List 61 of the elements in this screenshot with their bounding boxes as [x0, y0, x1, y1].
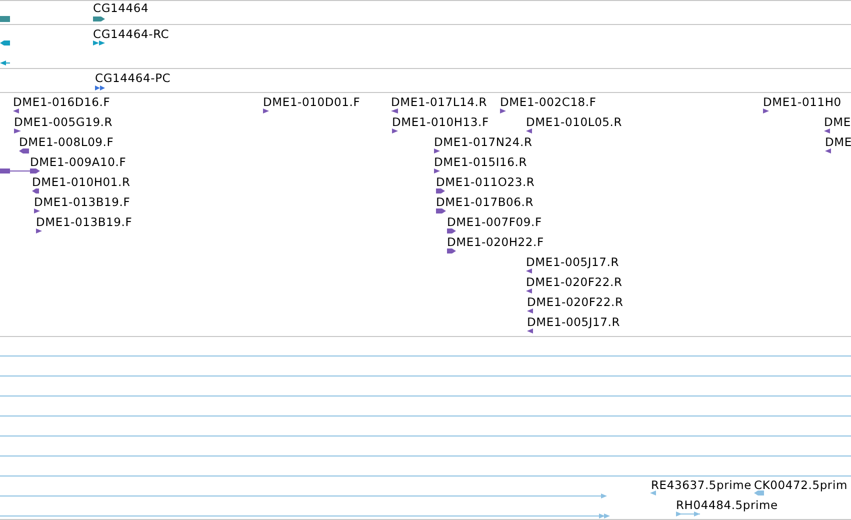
feature-label: DME1-008L09.F	[19, 135, 114, 149]
feature-label: DME1-015I16.R	[434, 155, 528, 169]
est-feature[interactable]	[36, 228, 42, 234]
feature-label: CG14464-PC	[95, 71, 171, 85]
est-feature[interactable]	[391, 108, 398, 114]
feature-label: DME1-017L14.R	[391, 95, 488, 109]
est-feature[interactable]	[500, 108, 506, 114]
est-feature[interactable]	[526, 128, 532, 134]
feature-label: DME1-020F22.R	[527, 295, 624, 309]
feature-label: DME1-011O23.R	[436, 175, 535, 189]
feature-label: CK00472.5prim	[754, 478, 848, 492]
est-feature[interactable]	[824, 128, 830, 134]
feature-label: DME1-010H01.R	[32, 175, 130, 189]
feature-label: DME1-020H22.F	[447, 235, 544, 249]
est-feature[interactable]	[436, 208, 446, 214]
protein-feature[interactable]	[95, 85, 105, 91]
gene-feature[interactable]	[93, 16, 105, 22]
feature-label: DME1-007F09.F	[447, 215, 542, 229]
feature-label: CG14464	[93, 1, 149, 15]
feature-label: DME1-010L05.R	[526, 115, 622, 129]
transcript-feature[interactable]	[93, 40, 105, 46]
est-feature[interactable]	[526, 268, 532, 274]
feature-label: DME1-017B06.R	[436, 195, 534, 209]
est-feature[interactable]	[763, 108, 769, 114]
est-feature[interactable]	[263, 108, 269, 114]
est-feature[interactable]	[13, 108, 19, 114]
est-feature[interactable]	[30, 168, 40, 174]
feature-label: RH04484.5prime	[676, 498, 778, 512]
feature-label: DME1-013B19.F	[36, 215, 132, 229]
feature-label: DME1-016D16.F	[13, 95, 110, 109]
feature-label: DME1-010H13.F	[392, 115, 489, 129]
est-feature[interactable]	[447, 228, 456, 234]
transcript-feature[interactable]	[0, 60, 10, 66]
est-feature[interactable]	[32, 188, 39, 194]
est-feature[interactable]	[392, 128, 398, 134]
feature-label: DME1-013B19.F	[34, 195, 130, 209]
feature-label: DME1-020F22.R	[526, 275, 622, 289]
est-feature[interactable]	[434, 148, 440, 154]
est-feature[interactable]	[447, 248, 456, 254]
feature-label: DME1-005J17.R	[526, 255, 620, 269]
feature-label: RE43637.5prime	[651, 478, 752, 492]
est-feature[interactable]	[14, 128, 21, 134]
est-feature[interactable]	[436, 188, 445, 194]
feature-label: DME	[824, 115, 851, 129]
feature-label: DME1-010D01.F	[263, 95, 360, 109]
transcript-feature[interactable]	[0, 40, 10, 46]
est-feature[interactable]	[34, 208, 40, 214]
feature-label: DME1-011H0	[763, 95, 842, 109]
feature-label: DME1-005G19.R	[14, 115, 113, 129]
feature-label: DME1-009A10.F	[30, 155, 126, 169]
feature-label: DME	[825, 135, 851, 149]
feature-label: CG14464-RC	[93, 27, 170, 41]
est-feature[interactable]	[527, 308, 533, 314]
est-feature[interactable]	[19, 148, 29, 154]
est-feature[interactable]	[526, 288, 532, 294]
feature-label: DME1-005J17.R	[527, 315, 620, 329]
est-feature[interactable]	[825, 148, 831, 154]
feature-label: DME1-017N24.R	[434, 135, 532, 149]
est-feature[interactable]	[527, 328, 533, 334]
feature-label: DME1-002C18.F	[500, 95, 596, 109]
est-feature[interactable]	[434, 168, 440, 174]
